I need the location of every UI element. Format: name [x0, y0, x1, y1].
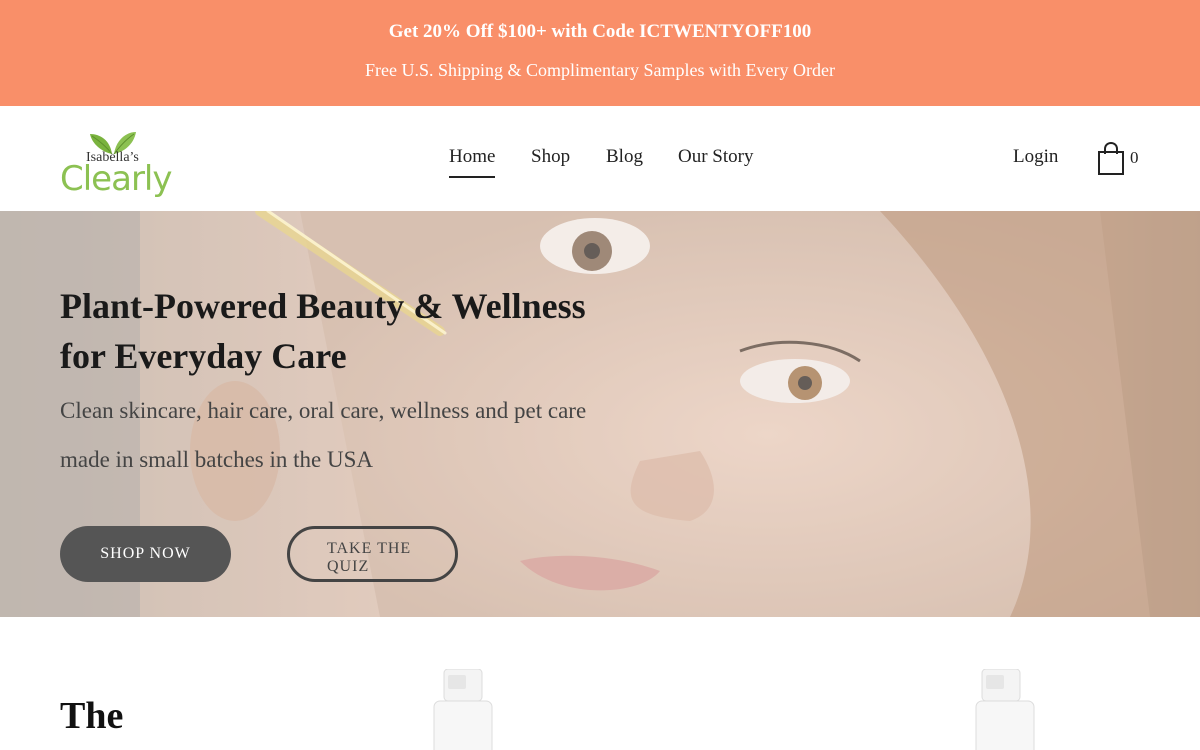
- cart-count[interactable]: 0: [1130, 148, 1139, 168]
- site-header: Isabella’s Clearly Home Shop Blog Our St…: [0, 106, 1200, 211]
- product-bottle-image[interactable]: [974, 669, 1044, 750]
- product-bottle-image[interactable]: [428, 669, 498, 750]
- take-quiz-button[interactable]: TAKE THE QUIZ: [287, 526, 458, 582]
- shopping-bag-icon[interactable]: [1096, 142, 1126, 176]
- announcement-bar: Get 20% Off $100+ with Code ICTWENTYOFF1…: [0, 0, 1200, 106]
- logo-brand-text: Clearly: [60, 159, 172, 199]
- shipping-text: Free U.S. Shipping & Complimentary Sampl…: [365, 60, 835, 80]
- promo-text: Get 20% Off $100+ with Code ICTWENTYOFF1…: [388, 21, 812, 42]
- hero-subtitle: Clean skincare, hair care, oral care, we…: [60, 398, 587, 472]
- nav-item-our-story[interactable]: Our Story: [678, 146, 753, 168]
- nav-item-shop[interactable]: Shop: [531, 146, 570, 168]
- featured-section: The: [0, 617, 1200, 750]
- login-link[interactable]: Login: [1013, 146, 1058, 168]
- shop-now-button[interactable]: SHOP NOW: [60, 526, 231, 582]
- brand-logo[interactable]: Isabella’s Clearly: [60, 130, 172, 200]
- hero-banner: Plant-Powered Beauty & Wellness for Ever…: [0, 211, 1200, 617]
- hero-title: Plant-Powered Beauty & Wellness for Ever…: [60, 286, 586, 376]
- nav-item-blog[interactable]: Blog: [606, 146, 643, 168]
- nav-item-home[interactable]: Home: [449, 146, 496, 178]
- section-title: The: [60, 695, 124, 737]
